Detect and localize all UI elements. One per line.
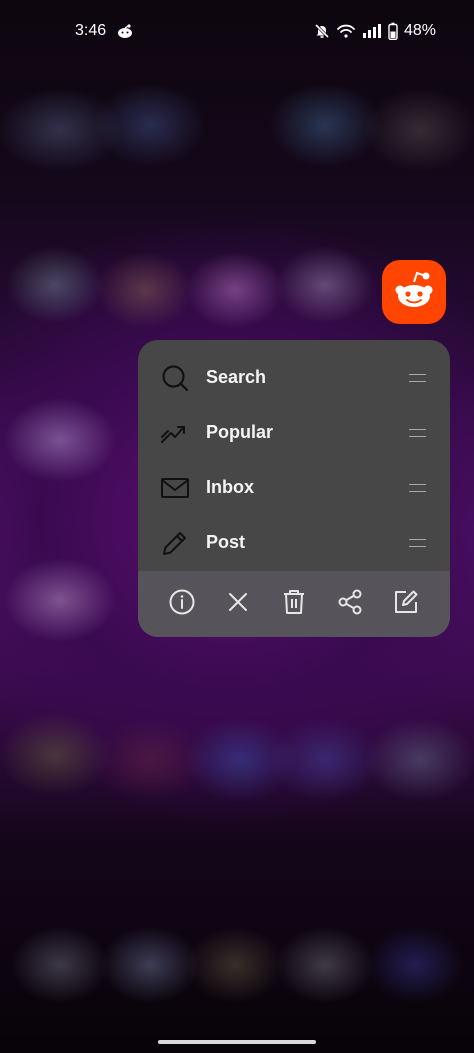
reddit-icon <box>392 270 436 315</box>
signal-icon <box>362 24 382 38</box>
shortcut-label: Popular <box>206 422 274 442</box>
wifi-icon <box>336 23 356 39</box>
home-indicator[interactable] <box>158 1040 316 1044</box>
shortcut-label: Post <box>206 532 246 552</box>
share-icon <box>337 589 363 620</box>
drag-handle-icon[interactable] <box>409 483 426 492</box>
app-info-button[interactable] <box>162 584 202 624</box>
reddit-app-icon[interactable] <box>382 260 446 324</box>
edit-icon <box>394 590 418 619</box>
shortcut-inbox[interactable]: Inbox <box>138 460 450 515</box>
info-icon <box>169 589 195 620</box>
uninstall-button[interactable] <box>274 584 314 624</box>
shortcut-popular[interactable]: Popular <box>138 405 450 460</box>
trash-icon <box>282 589 306 620</box>
share-button[interactable] <box>330 584 370 624</box>
drag-handle-icon[interactable] <box>409 373 426 382</box>
shortcut-label: Inbox <box>206 477 254 497</box>
reddit-notification-icon <box>116 23 134 39</box>
trending-icon <box>160 418 190 448</box>
mute-icon <box>314 23 330 39</box>
shortcut-search[interactable]: Search <box>138 350 450 405</box>
search-icon <box>160 363 190 393</box>
edit-button[interactable] <box>386 584 426 624</box>
close-button[interactable] <box>218 584 258 624</box>
status-bar: 3:46 48% <box>0 0 474 62</box>
shortcut-label: Search <box>206 367 267 387</box>
status-time: 3:46 <box>75 22 107 39</box>
battery-icon <box>388 22 398 40</box>
mail-icon <box>160 473 190 503</box>
drag-handle-icon[interactable] <box>409 538 426 547</box>
shortcut-post[interactable]: Post <box>138 515 450 570</box>
popup-action-bar <box>138 571 450 637</box>
pencil-icon <box>160 528 190 558</box>
close-icon <box>227 591 249 618</box>
drag-handle-icon[interactable] <box>409 428 426 437</box>
battery-percentage: 48% <box>403 22 436 39</box>
app-shortcuts-popup: Search Popular Inbox Post <box>138 340 450 637</box>
